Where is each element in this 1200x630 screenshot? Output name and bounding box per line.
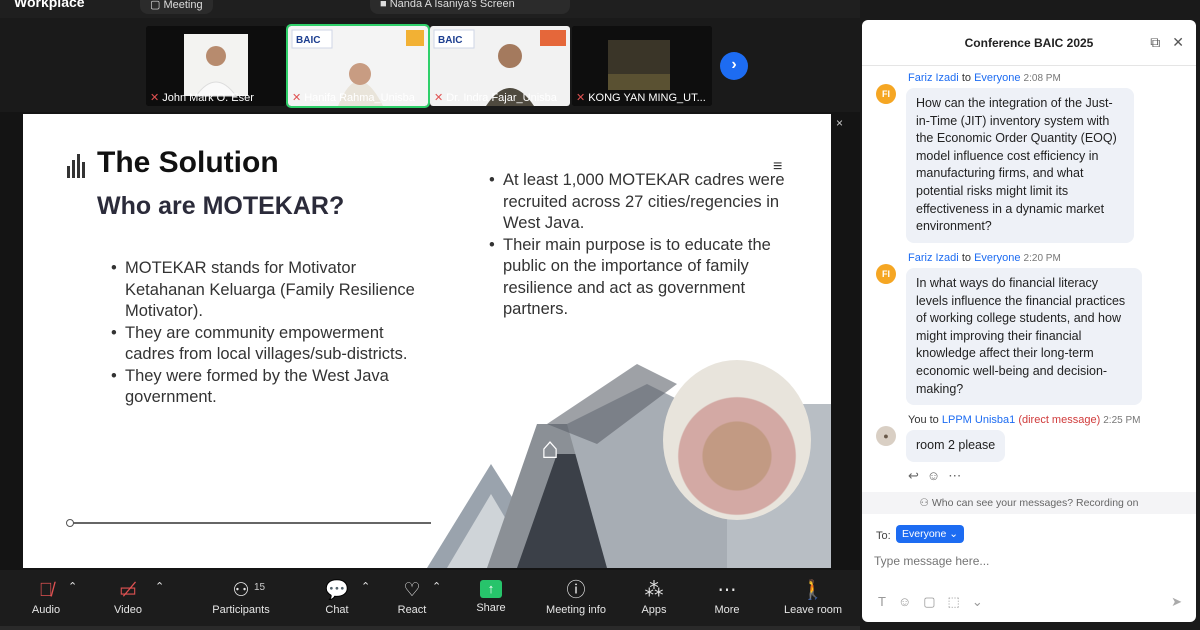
meeting-toolbar: 🎙̸ Audio ⌃ ▭̸ Video ⌃ ⚇ Participants 15 … xyxy=(0,570,860,630)
info-icon: ⓘ xyxy=(566,580,586,601)
svg-text:BAIC: BAIC xyxy=(438,35,462,46)
mic-muted-icon: 🎙̸ xyxy=(38,580,54,601)
mic-muted-icon: ✕ xyxy=(576,92,586,104)
chevron-down-icon[interactable]: ⌄ xyxy=(972,594,983,609)
react-button[interactable]: ♡ React xyxy=(394,580,430,616)
user-avatar: ● xyxy=(876,426,896,446)
participants-count: 15 xyxy=(254,582,266,593)
message-meta: Fariz Izadi to Everyone 2:20 PM xyxy=(908,252,1061,264)
chat-notice[interactable]: ⚇ Who can see your messages? Recording o… xyxy=(862,492,1196,514)
send-icon[interactable]: ➤ xyxy=(1171,594,1182,610)
slide-logo-icon xyxy=(67,154,85,178)
house-handshake-icon: ⌂ xyxy=(540,432,560,465)
audio-button[interactable]: 🎙̸ Audio xyxy=(26,580,66,616)
leave-room-button[interactable]: 🚶 Leave room xyxy=(782,580,844,616)
recipient-dropdown[interactable]: Everyone ⌄ xyxy=(896,525,965,543)
participant-tile[interactable]: ✕ KONG YAN MING_UT... xyxy=(572,26,712,106)
participants-button[interactable]: ⚇ Participants 15 xyxy=(206,580,276,616)
right-bullet-list: At least 1,000 MOTEKAR cadres were recru… xyxy=(489,170,805,321)
people-icon: ⚇ xyxy=(919,497,932,509)
file-icon[interactable]: ▢ xyxy=(923,594,935,609)
format-toolbar: T ☺ ▢ ⬚ ⌄ xyxy=(878,594,995,610)
participant-name: ✕ Dr. Indra Fajar_Unisba xyxy=(434,92,557,104)
participants-icon: ⚇ xyxy=(232,580,250,601)
text-format-icon[interactable]: T xyxy=(878,594,886,609)
participant-tile[interactable]: BAIC ✕ Dr. Indra Fajar_Unisba xyxy=(430,26,570,106)
pop-out-icon[interactable]: ⧉ xyxy=(1150,34,1160,50)
recipient-label: To: xyxy=(876,530,891,542)
chat-header-icons: ⧉ ✕ xyxy=(1138,34,1184,51)
top-bar: Workplace ▢ Meeting ■ Nanda A Isaniya's … xyxy=(0,0,860,18)
bullet-item: They were formed by the West Java govern… xyxy=(111,366,431,409)
close-icon[interactable]: ✕ xyxy=(1172,34,1184,50)
meeting-info-button[interactable]: ⓘ Meeting info xyxy=(543,580,609,616)
more-icon[interactable]: ⋯ xyxy=(948,468,961,483)
slide-title: The Solution xyxy=(97,146,279,179)
screenshot-icon[interactable]: ⬚ xyxy=(948,594,960,609)
screen-share-tab[interactable]: ■ Nanda A Isaniya's Screen xyxy=(370,0,570,14)
reply-icon[interactable]: ↩ xyxy=(908,468,919,483)
emoji-icon[interactable]: ☺ xyxy=(898,594,911,609)
close-icon[interactable]: × xyxy=(836,116,843,130)
slide-timeline xyxy=(66,519,431,527)
emoji-icon[interactable]: ☺ xyxy=(927,468,940,483)
mic-muted-icon: ✕ xyxy=(150,92,160,104)
chat-icon: 💬 xyxy=(325,580,349,601)
next-page-button[interactable]: › xyxy=(720,52,748,80)
message-actions: ↩ ☺ ⋯ xyxy=(908,468,969,484)
more-icon: ⋯ xyxy=(717,580,737,601)
video-options-chevron-icon[interactable]: ⌃ xyxy=(155,580,164,593)
message-bubble: room 2 please xyxy=(906,430,1006,462)
bullet-item: Their main purpose is to educate the pub… xyxy=(489,235,805,321)
apps-button[interactable]: ⁂ Apps xyxy=(638,580,670,616)
chat-button[interactable]: 💬 Chat xyxy=(320,580,354,616)
heart-icon: ♡ xyxy=(403,580,421,601)
bottom-strip xyxy=(0,626,860,630)
svg-text:BAIC: BAIC xyxy=(296,35,320,46)
slide-subtitle: Who are MOTEKAR? xyxy=(97,192,345,220)
apps-icon: ⁂ xyxy=(644,580,664,601)
participant-tile[interactable]: BAIC ✕ Hanifa Rahma_Unisba xyxy=(286,24,430,108)
screen-icon: ■ xyxy=(380,0,390,10)
bullet-item: At least 1,000 MOTEKAR cadres were recru… xyxy=(489,170,805,235)
shared-screen: The Solution Who are MOTEKAR? MOTEKAR st… xyxy=(0,112,860,570)
mic-muted-icon: ✕ xyxy=(292,92,302,104)
video-button[interactable]: ▭̸ Video xyxy=(108,580,148,616)
chat-panel: Conference BAIC 2025 ⧉ ✕ Fariz Izadi to E… xyxy=(862,20,1196,622)
share-screen-icon: ↑ xyxy=(480,580,502,598)
camera-off-icon: ▭̸ xyxy=(119,580,137,601)
message-meta: Fariz Izadi to Everyone 2:08 PM xyxy=(908,72,1061,84)
left-bullet-list: MOTEKAR stands for Motivator Ketahanan K… xyxy=(111,258,431,409)
meeting-icon: ▢ xyxy=(150,0,164,11)
participant-name: ✕ John Mark O. Eser xyxy=(150,92,254,104)
avatar: FI xyxy=(876,84,896,104)
app-brand: Workplace xyxy=(14,0,85,10)
message-input[interactable] xyxy=(870,552,1170,570)
participant-name: ✕ KONG YAN MING_UT... xyxy=(576,92,706,104)
presenter-video-bubble[interactable] xyxy=(663,360,811,520)
leave-room-icon: 🚶 xyxy=(801,580,825,601)
participant-tile[interactable]: ✕ John Mark O. Eser xyxy=(146,26,286,106)
bullet-item: They are community empowerment cadres fr… xyxy=(111,323,431,366)
share-button[interactable]: ↑ Share xyxy=(472,580,510,614)
message-bubble: In what ways do financial literacy level… xyxy=(906,268,1142,406)
more-button[interactable]: ⋯ More xyxy=(710,580,744,616)
participant-name: ✕ Hanifa Rahma_Unisba xyxy=(292,92,415,104)
meeting-tab[interactable]: ▢ Meeting xyxy=(140,0,213,14)
bullet-item: MOTEKAR stands for Motivator Ketahanan K… xyxy=(111,258,431,323)
message-bubble: How can the integration of the Just-in-T… xyxy=(906,88,1134,243)
react-options-chevron-icon[interactable]: ⌃ xyxy=(432,580,441,593)
audio-options-chevron-icon[interactable]: ⌃ xyxy=(68,580,77,593)
avatar: FI xyxy=(876,264,896,284)
chat-options-chevron-icon[interactable]: ⌃ xyxy=(361,580,370,593)
mic-muted-icon: ✕ xyxy=(434,92,444,104)
presentation-slide: The Solution Who are MOTEKAR? MOTEKAR st… xyxy=(23,114,831,568)
participant-thumbnails: ✕ John Mark O. Eser BAIC ✕ Hanifa Rahma_Un… xyxy=(0,18,860,110)
message-meta: You to LPPM Unisba1 (direct message) 2:25… xyxy=(908,414,1141,426)
menu-icon[interactable]: ≡ xyxy=(773,158,782,176)
